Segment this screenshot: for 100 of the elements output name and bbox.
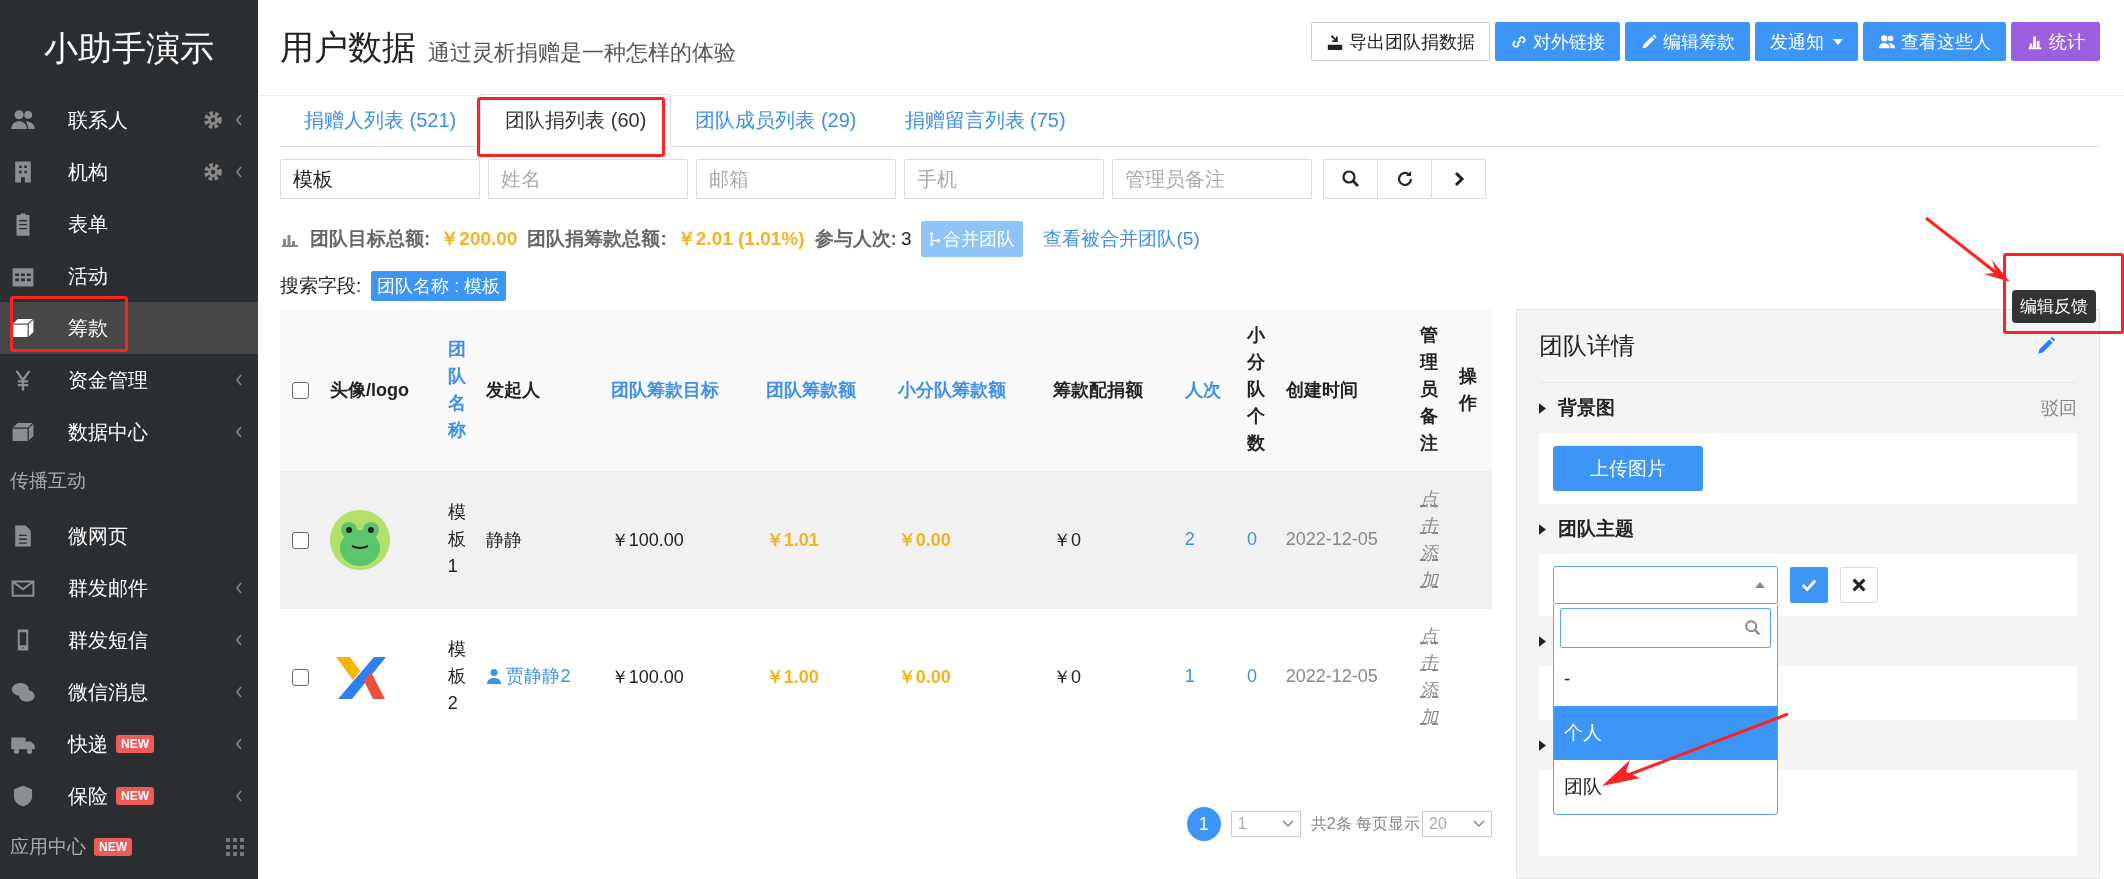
upload-image-button[interactable]: 上传图片 (1553, 446, 1703, 491)
page-select[interactable]: 1 (1230, 811, 1301, 837)
settings-icon[interactable] (202, 161, 224, 183)
sidebar-item-label: 数据中心 (68, 419, 148, 445)
next-button[interactable] (1431, 159, 1486, 199)
squad-count-link[interactable]: 0 (1246, 666, 1257, 687)
sidebar-item[interactable]: 群发邮件 (0, 562, 258, 614)
column-header[interactable]: 管理员备注 (1420, 322, 1439, 458)
pencil-icon (1640, 32, 1658, 51)
sidebar-item[interactable]: 微信消息 (0, 666, 258, 718)
tab[interactable]: 捐赠人列表 (521) (280, 107, 481, 146)
refresh-button[interactable] (1377, 159, 1432, 199)
app-center-label[interactable]: 应用中心 (10, 834, 86, 860)
chevron-down-icon (1473, 820, 1485, 828)
panel-title: 团队详情 (1539, 331, 1635, 361)
theme-select[interactable] (1553, 566, 1778, 604)
search-button[interactable] (1323, 159, 1378, 199)
column-header[interactable]: 人次 (1184, 379, 1221, 400)
column-header[interactable]: 小分队筹款额 (897, 379, 1006, 400)
count-link[interactable]: 2 (1184, 529, 1195, 549)
column-header[interactable]: 团队筹款目标 (610, 379, 719, 400)
sidebar-item[interactable]: 数据中心 (0, 406, 258, 458)
stat-value: ￥200.00 (440, 227, 518, 251)
toolbar-button[interactable]: 统计 (2011, 22, 2100, 61)
sidebar-item-label: 群发短信 (68, 627, 148, 653)
add-note-link[interactable]: 点击添加 (1420, 622, 1439, 731)
matched-amount: ￥0 (1052, 529, 1081, 550)
close-icon (1850, 576, 1868, 594)
chevron-down-icon (1281, 820, 1294, 828)
toolbar-button[interactable]: 对外链接 (1495, 22, 1620, 61)
settings-icon[interactable] (202, 109, 224, 131)
sidebar-item[interactable]: 活动 (0, 250, 258, 302)
tab[interactable]: 捐赠留言列表 (75) (880, 107, 1090, 146)
sidebar-item-label: 机构 (68, 159, 108, 185)
frog-avatar-icon (330, 509, 390, 570)
select-all-checkbox[interactable] (292, 382, 309, 399)
toolbar-button[interactable]: 导出团队捐数据 (1311, 22, 1490, 61)
filter-input[interactable]: 手机 (904, 159, 1104, 199)
toolbar-button[interactable]: 编辑筹款 (1625, 22, 1750, 61)
dropdown-option[interactable]: 个人 (1554, 706, 1777, 760)
search-icon (1744, 619, 1762, 637)
column-header[interactable]: 创建时间 (1285, 379, 1358, 400)
reject-link[interactable]: 驳回 (2041, 396, 2077, 420)
tab[interactable]: 团队捐列表 (60) (480, 94, 672, 147)
app-title: 小助手演示 (43, 28, 215, 69)
sidebar-item[interactable]: 筹款 (0, 302, 258, 354)
sidebar-item[interactable]: 保险 NEW (0, 770, 258, 822)
sidebar-item[interactable]: 群发短信 (0, 614, 258, 666)
sidebar-item[interactable]: 联系人 (0, 94, 258, 146)
search-icon (1340, 169, 1361, 189)
confirm-button[interactable] (1790, 567, 1828, 603)
filter-input[interactable]: 姓名 (488, 159, 688, 199)
dropdown-search-field[interactable] (1560, 608, 1771, 648)
sidebar-item-label: 快递 (68, 731, 108, 757)
cancel-button[interactable] (1840, 567, 1878, 603)
add-note-link[interactable]: 点击添加 (1420, 485, 1439, 594)
column-header[interactable]: 发起人 (486, 379, 541, 400)
page-size-select[interactable]: 20 (1422, 811, 1492, 837)
sidebar-item[interactable]: 机构 (0, 146, 258, 198)
row-checkbox[interactable] (292, 669, 309, 686)
squad-count-link[interactable]: 0 (1246, 529, 1257, 549)
sidebar-item-label: 筹款 (68, 315, 108, 341)
merged-teams-link[interactable]: 查看被合并团队(5) (1043, 226, 1200, 252)
sidebar-item[interactable]: 微网页 (0, 510, 258, 562)
filter-input[interactable]: 模板 (280, 159, 480, 199)
new-badge: NEW (94, 838, 132, 856)
sidebar-item[interactable]: 快递 NEW (0, 718, 258, 770)
dropdown-option[interactable]: 团队 (1554, 760, 1777, 814)
squad-raised-amount: ￥0.00 (897, 529, 951, 550)
search-tag[interactable]: 团队名称 : 模板 (371, 271, 507, 301)
sidebar-item[interactable]: 表单 (0, 198, 258, 250)
goal-amount: ￥100.00 (610, 666, 684, 687)
column-header[interactable]: 操作 (1459, 362, 1478, 417)
tab[interactable]: 团队成员列表 (29) (671, 107, 881, 146)
section-title: 背景图 (1558, 396, 1615, 420)
table-row[interactable]: 模板2 贾静静2 ￥100.00 ￥1.00 ￥0.00 ￥0 1 0 2022-12-05 点击添加 (280, 608, 1492, 745)
count-link[interactable]: 1 (1184, 666, 1195, 687)
branch-icon (929, 231, 942, 247)
created-date: 2022-12-05 (1285, 529, 1378, 549)
toolbar-button[interactable]: 发通知 (1755, 22, 1858, 61)
column-header[interactable]: 筹款配捐额 (1052, 379, 1143, 400)
page-button[interactable]: 1 (1186, 807, 1221, 841)
filter-input[interactable]: 邮箱 (696, 159, 896, 199)
sidebar-item-label: 群发邮件 (68, 575, 148, 601)
sponsor-link[interactable]: 贾静静2 (486, 664, 571, 689)
column-header[interactable]: 小分队个数 (1246, 322, 1265, 458)
sidebar-item[interactable]: 资金管理 (0, 354, 258, 406)
filter-input[interactable]: 管理员备注 (1112, 159, 1312, 199)
dropdown-option[interactable]: - (1554, 652, 1777, 706)
pagination-summary: 共2条 每页显示 (1310, 813, 1420, 834)
column-header[interactable]: 团队筹款额 (765, 379, 856, 400)
edit-icon[interactable] (2035, 335, 2057, 357)
toolbar-button[interactable]: 查看这些人 (1863, 22, 2006, 61)
column-header[interactable]: 团队名称 (447, 335, 466, 444)
column-header[interactable]: 头像/logo (330, 379, 409, 400)
sidebar-section-label: 传播互动 (9, 469, 87, 493)
matched-amount: ￥0 (1052, 666, 1081, 687)
row-checkbox[interactable] (292, 531, 309, 549)
grid-icon[interactable] (226, 838, 244, 856)
user-icon (486, 668, 503, 685)
